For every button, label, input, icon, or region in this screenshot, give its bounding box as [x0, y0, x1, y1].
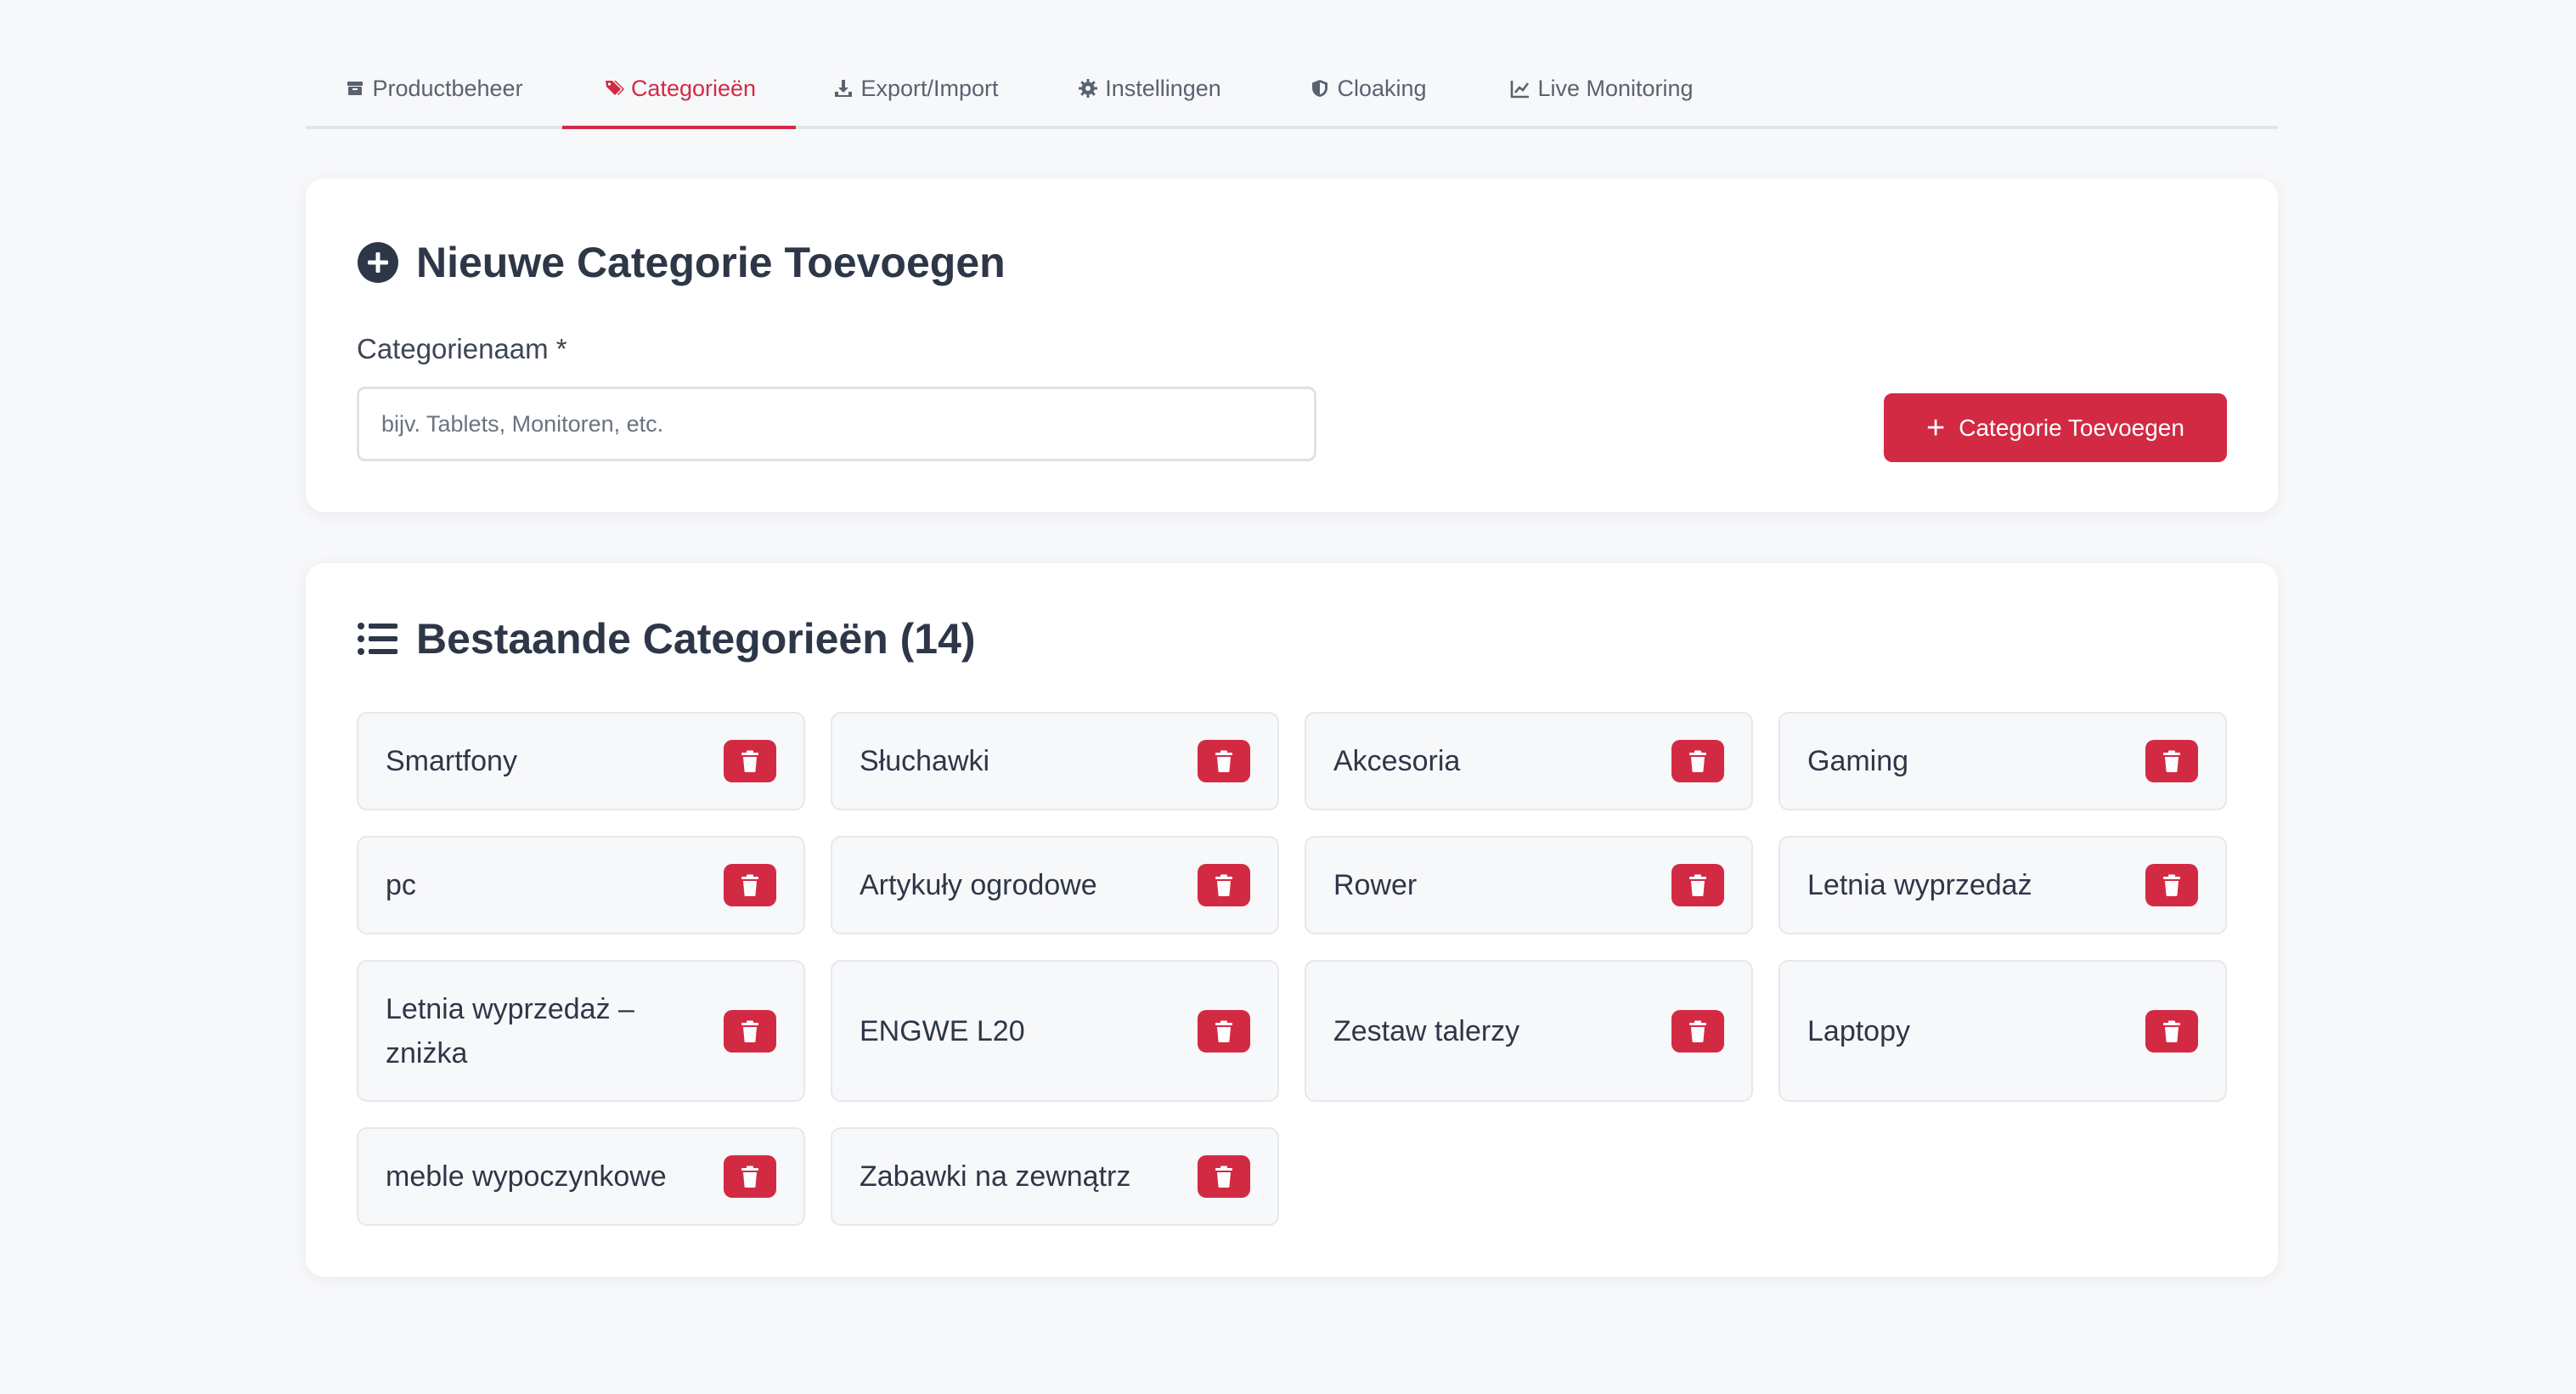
category-name: Letnia wyprzedaż	[1807, 869, 2032, 901]
category-item: Smartfony	[357, 712, 805, 810]
category-name: ENGWE L20	[860, 1014, 1025, 1047]
download-icon	[831, 76, 855, 100]
new-category-title: Nieuwe Categorie Toevoegen	[416, 239, 1006, 286]
tab-productbeheer[interactable]: Productbeheer	[306, 51, 561, 129]
category-item: ENGWE L20	[831, 960, 1279, 1102]
trash-icon	[740, 750, 760, 772]
gear-icon	[1076, 76, 1100, 100]
existing-categories-title: Bestaande Categorieën (14)	[416, 615, 976, 663]
trash-icon	[1688, 874, 1708, 896]
delete-category-button[interactable]	[1671, 1009, 1724, 1053]
shield-icon	[1308, 76, 1332, 100]
add-category-button-label: Categorie Toevoegen	[1959, 414, 2184, 441]
category-item: Artykuły ogrodowe	[831, 836, 1279, 934]
trash-icon	[1214, 874, 1234, 896]
category-item: Gaming	[1778, 712, 2227, 810]
tab-label: Export/Import	[860, 75, 999, 101]
delete-category-button[interactable]	[1671, 864, 1724, 906]
category-name: Laptopy	[1807, 1014, 1910, 1047]
category-item: Letnia wyprzedaż	[1778, 836, 2227, 934]
category-name: Zabawki na zewnątrz	[860, 1160, 1131, 1193]
delete-category-button[interactable]	[1671, 740, 1724, 782]
trash-icon	[1688, 1020, 1708, 1042]
chart-line-icon	[1508, 76, 1532, 100]
tab-cloaking[interactable]: Cloaking	[1265, 51, 1469, 129]
trash-icon	[2162, 1020, 2182, 1042]
category-name: Słuchawki	[860, 745, 990, 777]
new-category-card: Nieuwe Categorie Toevoegen Categorienaam…	[306, 178, 2278, 512]
category-item: Zestaw talerzy	[1305, 960, 1753, 1102]
nav-tabs: Productbeheer Categorieën Export/Import …	[306, 0, 2278, 129]
add-category-button[interactable]: + Categorie Toevoegen	[1884, 393, 2227, 462]
category-name: pc	[386, 869, 416, 901]
delete-category-button[interactable]	[1198, 864, 1250, 906]
tab-export-import[interactable]: Export/Import	[798, 51, 1032, 129]
delete-category-button[interactable]	[2145, 864, 2198, 906]
category-name-label: Categorienaam *	[357, 333, 567, 364]
category-name: Artykuły ogrodowe	[860, 869, 1097, 901]
category-name: Rower	[1333, 869, 1418, 901]
category-item: Akcesoria	[1305, 712, 1753, 810]
category-item: Rower	[1305, 836, 1753, 934]
category-name-input[interactable]	[357, 387, 1316, 461]
delete-category-button[interactable]	[1198, 740, 1250, 782]
tab-categorieen[interactable]: Categorieën	[562, 51, 796, 129]
box-icon	[343, 76, 367, 100]
category-item: pc	[357, 836, 805, 934]
category-name: Zestaw talerzy	[1333, 1014, 1520, 1047]
category-item: Letnia wyprzedaż – zniżka	[357, 960, 805, 1102]
category-name: meble wypoczynkowe	[386, 1160, 667, 1193]
tab-label: Instellingen	[1105, 75, 1221, 101]
trash-icon	[740, 1020, 760, 1042]
tags-icon	[602, 76, 626, 100]
existing-categories-card: Bestaande Categorieën (14) Smartfony Słuc…	[306, 563, 2278, 1277]
delete-category-button[interactable]	[724, 864, 776, 906]
tab-label: Categorieën	[630, 75, 757, 101]
category-item: Słuchawki	[831, 712, 1279, 810]
category-item: meble wypoczynkowe	[357, 1127, 805, 1226]
delete-category-button[interactable]	[724, 1155, 776, 1198]
trash-icon	[2162, 750, 2182, 772]
delete-category-button[interactable]	[1198, 1155, 1250, 1198]
delete-category-button[interactable]	[724, 740, 776, 782]
trash-icon	[1214, 1020, 1234, 1042]
delete-category-button[interactable]	[2145, 1009, 2198, 1053]
category-item: Laptopy	[1778, 960, 2227, 1102]
tab-instellingen[interactable]: Instellingen	[1036, 51, 1261, 129]
plus-icon: +	[1926, 409, 1946, 446]
tab-live-monitoring[interactable]: Live Monitoring	[1474, 51, 1728, 129]
existing-categories-heading: Bestaande Categorieën (14)	[357, 614, 976, 663]
category-name: Akcesoria	[1333, 745, 1461, 777]
tab-label: Live Monitoring	[1537, 75, 1694, 101]
trash-icon	[1214, 750, 1234, 772]
tab-label: Cloaking	[1337, 75, 1427, 101]
trash-icon	[740, 1165, 760, 1188]
plus-circle-icon	[357, 241, 399, 284]
trash-icon	[740, 874, 760, 896]
category-name: Letnia wyprzedaż – zniżka	[386, 992, 634, 1069]
delete-category-button[interactable]	[2145, 740, 2198, 782]
list-icon	[357, 618, 399, 660]
new-category-heading: Nieuwe Categorie Toevoegen	[357, 238, 1006, 287]
category-name: Gaming	[1807, 745, 1909, 777]
trash-icon	[2162, 874, 2182, 896]
trash-icon	[1688, 750, 1708, 772]
category-item: Zabawki na zewnątrz	[831, 1127, 1279, 1226]
trash-icon	[1214, 1165, 1234, 1188]
delete-category-button[interactable]	[1198, 1009, 1250, 1053]
delete-category-button[interactable]	[724, 1009, 776, 1053]
category-name: Smartfony	[386, 745, 517, 777]
tab-label: Productbeheer	[372, 75, 523, 101]
